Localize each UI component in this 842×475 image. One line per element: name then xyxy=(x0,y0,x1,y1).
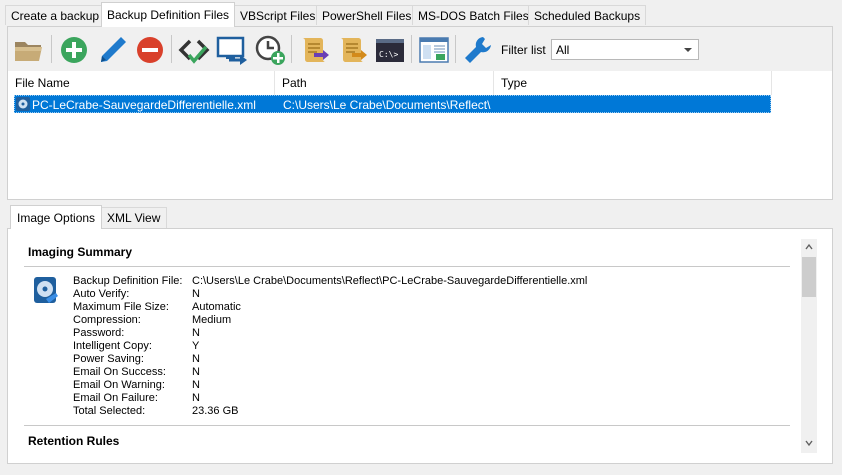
add-icon[interactable] xyxy=(57,33,91,67)
prop-label: Intelligent Copy: xyxy=(73,340,152,352)
tab-backup-definition-files[interactable]: Backup Definition Files xyxy=(101,2,236,27)
scrollbar-thumb[interactable] xyxy=(802,257,816,297)
chevron-down-icon xyxy=(684,48,692,52)
scroll-up-icon[interactable] xyxy=(805,243,813,251)
prop-label: Power Saving: xyxy=(73,353,144,365)
table-row[interactable]: PC-LeCrabe-SauvegardeDifferentielle.xml … xyxy=(14,95,771,113)
toolbar-separator xyxy=(411,35,412,63)
file-path-cell: C:\Users\Le Crabe\Documents\Reflect\ xyxy=(283,98,491,112)
column-header-file-name[interactable]: File Name xyxy=(8,71,275,95)
generate-vbscript-icon[interactable] xyxy=(297,33,331,67)
tab-xml-view[interactable]: XML View xyxy=(100,207,168,228)
prop-label: Auto Verify: xyxy=(73,288,130,300)
toolbar-separator xyxy=(455,35,456,63)
retention-rules-title: Retention Rules xyxy=(28,434,120,448)
divider xyxy=(24,266,790,267)
prop-value: N xyxy=(192,392,200,404)
backup-definition-icon xyxy=(34,277,58,303)
backup-definition-file-icon xyxy=(16,97,30,111)
filter-list-dropdown[interactable]: All xyxy=(551,39,699,60)
edit-pencil-icon[interactable] xyxy=(95,33,129,67)
tab-powershell-files[interactable]: PowerShell Files xyxy=(316,5,418,25)
prop-value: N xyxy=(192,366,200,378)
prop-label: Email On Failure: xyxy=(73,392,158,404)
prop-label: Total Selected: xyxy=(73,405,146,417)
panel-splitter[interactable] xyxy=(0,200,842,204)
batch-icon-text: C:\> xyxy=(379,50,398,59)
prop-label: Email On Success: xyxy=(73,366,166,378)
prop-value: Automatic xyxy=(192,301,241,313)
tab-image-options[interactable]: Image Options xyxy=(10,205,103,229)
column-header-path[interactable]: Path xyxy=(275,71,494,95)
tab-create-backup[interactable]: Create a backup xyxy=(5,5,106,25)
prop-label: Backup Definition File: xyxy=(73,275,183,287)
tab-msdos-batch-files[interactable]: MS-DOS Batch Files xyxy=(412,5,535,25)
remove-icon[interactable] xyxy=(133,33,167,67)
scroll-down-icon[interactable] xyxy=(805,439,813,447)
filter-list-value: All xyxy=(556,43,570,57)
prop-value: N xyxy=(192,288,200,300)
imaging-summary-title: Imaging Summary xyxy=(28,245,133,259)
prop-label: Password: xyxy=(73,327,125,339)
tab-scheduled-backups[interactable]: Scheduled Backups xyxy=(528,5,647,25)
prop-value: Y xyxy=(192,340,200,352)
run-now-icon[interactable] xyxy=(215,33,249,67)
prop-value: N xyxy=(192,327,200,339)
toolbar-separator xyxy=(51,35,52,63)
divider xyxy=(24,425,790,426)
schedule-add-icon[interactable] xyxy=(253,33,287,67)
prop-label: Compression: xyxy=(73,314,141,326)
main-tabbar: Create a backup Backup Definition Files … xyxy=(0,0,842,27)
prop-label: Maximum File Size: xyxy=(73,301,169,313)
definition-files-panel: C:\> Filter list All File Name Path Type… xyxy=(7,26,833,200)
toolbar-separator xyxy=(291,35,292,63)
prop-value: C:\Users\Le Crabe\Documents\Reflect\PC-L… xyxy=(192,275,588,287)
filter-list-label: Filter list xyxy=(501,43,546,57)
vertical-scrollbar[interactable] xyxy=(801,239,817,453)
prop-label: Email On Warning: xyxy=(73,379,165,391)
validate-xml-icon[interactable] xyxy=(177,33,211,67)
file-name-cell: PC-LeCrabe-SauvegardeDifferentielle.xml xyxy=(32,98,256,112)
window-view-icon[interactable] xyxy=(417,33,451,67)
prop-value: N xyxy=(192,353,200,365)
generate-powershell-icon[interactable] xyxy=(335,33,369,67)
prop-value: Medium xyxy=(192,314,232,326)
toolbar-separator xyxy=(171,35,172,63)
open-folder-icon[interactable] xyxy=(12,33,46,67)
generate-batch-icon[interactable]: C:\> xyxy=(373,33,407,67)
settings-wrench-icon[interactable] xyxy=(461,33,495,67)
tab-vbscript-files[interactable]: VBScript Files xyxy=(234,5,322,25)
prop-value: N xyxy=(192,379,200,391)
definition-file-list[interactable]: File Name Path Type PC-LeCrabe-Sauvegard… xyxy=(8,71,832,199)
image-options-panel: Imaging Summary Backup Definition File: … xyxy=(7,228,833,464)
column-header-type[interactable]: Type xyxy=(494,71,772,95)
prop-value: 23.36 GB xyxy=(192,405,239,417)
toolbar: C:\> Filter list All xyxy=(8,27,832,71)
